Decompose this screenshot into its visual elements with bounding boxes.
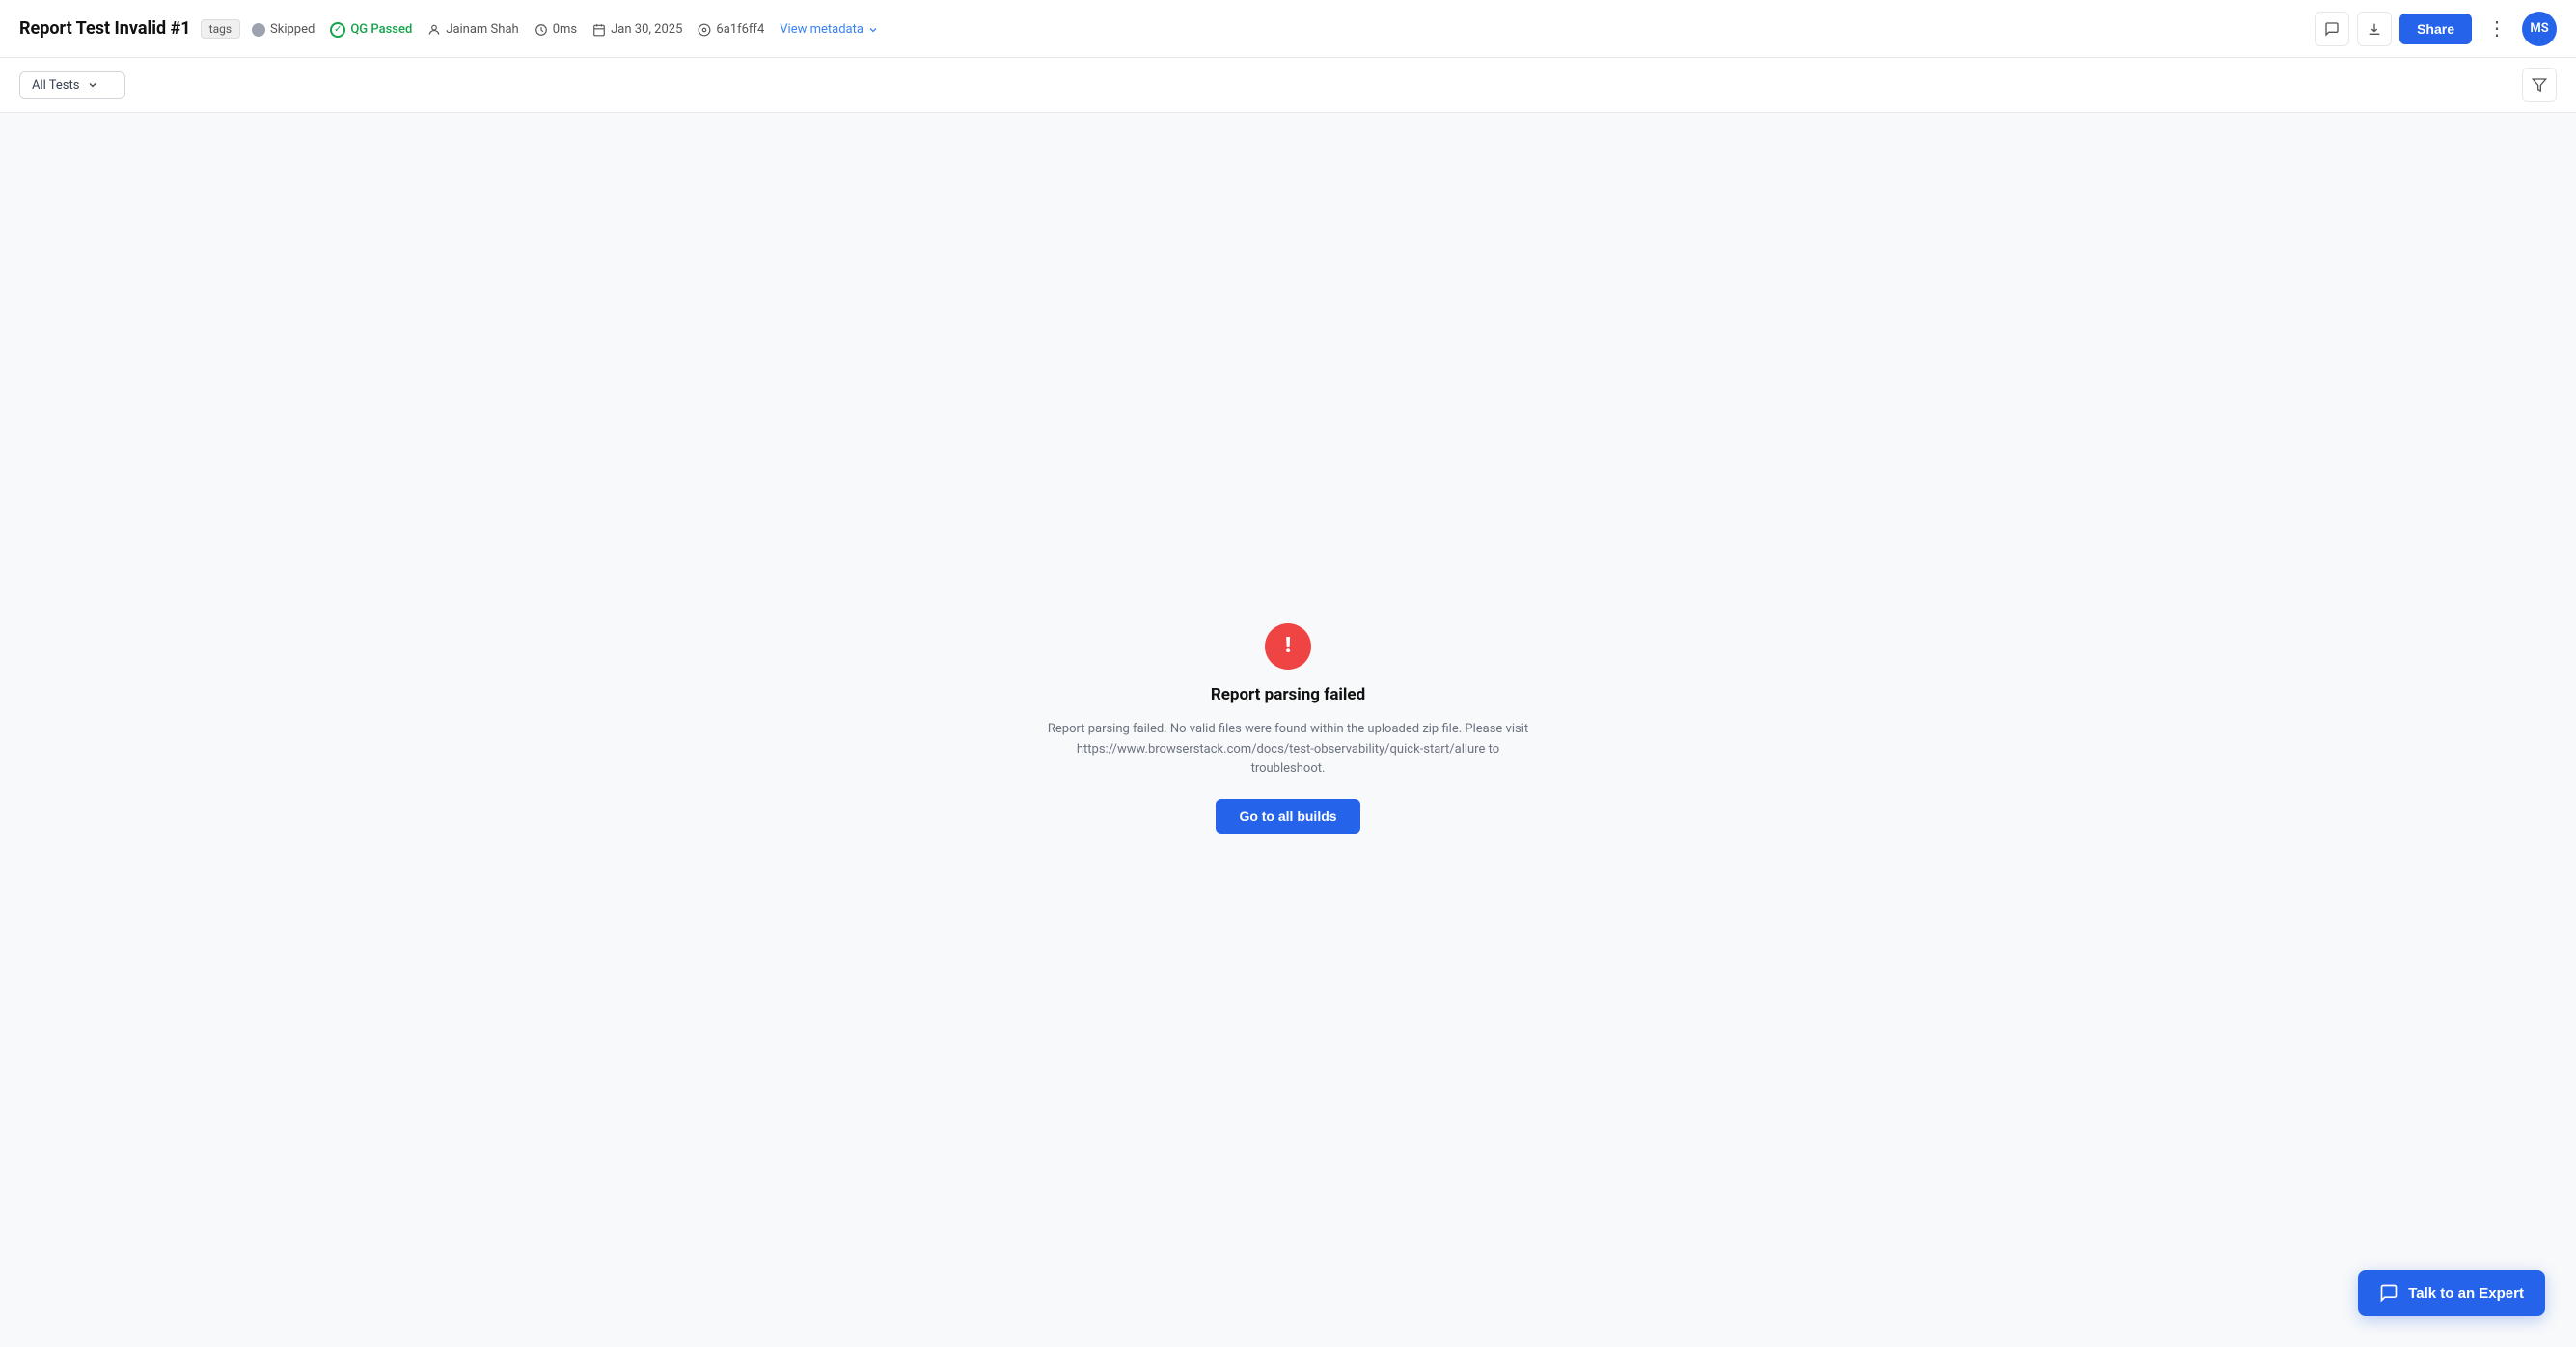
header-left: Report Test Invalid #1 tags Skipped ✓ QG… xyxy=(19,18,879,39)
error-container: ! Report parsing failed Report parsing f… xyxy=(1047,623,1529,834)
github-icon xyxy=(698,23,711,37)
more-icon: ⋮ xyxy=(2487,16,2507,41)
tags-badge[interactable]: tags xyxy=(201,19,240,39)
qg-passed-status: ✓ QG Passed xyxy=(330,22,412,38)
header-right: Share ⋮ MS xyxy=(2315,12,2557,46)
page-title: Report Test Invalid #1 xyxy=(19,18,191,39)
error-title: Report parsing failed xyxy=(1211,685,1365,704)
error-description: Report parsing failed. No valid files we… xyxy=(1047,720,1529,780)
all-tests-select[interactable]: All Tests xyxy=(19,71,125,99)
chevron-down-icon xyxy=(867,24,879,36)
share-button[interactable]: Share xyxy=(2399,14,2472,44)
comment-icon xyxy=(2324,21,2340,37)
toolbar: All Tests xyxy=(0,58,2576,113)
duration-meta: 0ms xyxy=(534,22,577,37)
commit-meta: 6a1f6ff4 xyxy=(698,22,764,37)
avatar[interactable]: MS xyxy=(2522,12,2557,46)
view-metadata-link[interactable]: View metadata xyxy=(780,22,879,37)
filter-button[interactable] xyxy=(2522,68,2557,102)
person-icon xyxy=(427,23,441,37)
go-to-builds-button[interactable]: Go to all builds xyxy=(1216,799,1359,834)
chat-icon xyxy=(2379,1283,2398,1303)
download-icon xyxy=(2367,21,2382,37)
qg-icon: ✓ xyxy=(330,22,345,38)
exclamation-icon: ! xyxy=(1285,634,1291,658)
skipped-dot-icon xyxy=(252,23,265,37)
filter-icon xyxy=(2532,77,2547,93)
page-header: Report Test Invalid #1 tags Skipped ✓ QG… xyxy=(0,0,2576,58)
author-meta: Jainam Shah xyxy=(427,22,518,37)
status-skipped: Skipped xyxy=(252,22,315,37)
chevron-down-icon xyxy=(87,79,98,91)
comment-button[interactable] xyxy=(2315,12,2349,46)
error-icon: ! xyxy=(1265,623,1311,670)
date-meta: Jan 30, 2025 xyxy=(592,22,682,37)
talk-to-expert-button[interactable]: Talk to an Expert xyxy=(2358,1270,2545,1316)
meta-row: Skipped ✓ QG Passed Jainam Shah 0ms Jan … xyxy=(252,22,879,38)
more-options-button[interactable]: ⋮ xyxy=(2480,12,2514,46)
clock-icon xyxy=(534,23,548,37)
calendar-icon xyxy=(592,23,606,37)
main-content: ! Report parsing failed Report parsing f… xyxy=(0,113,2576,1344)
download-button[interactable] xyxy=(2357,12,2392,46)
